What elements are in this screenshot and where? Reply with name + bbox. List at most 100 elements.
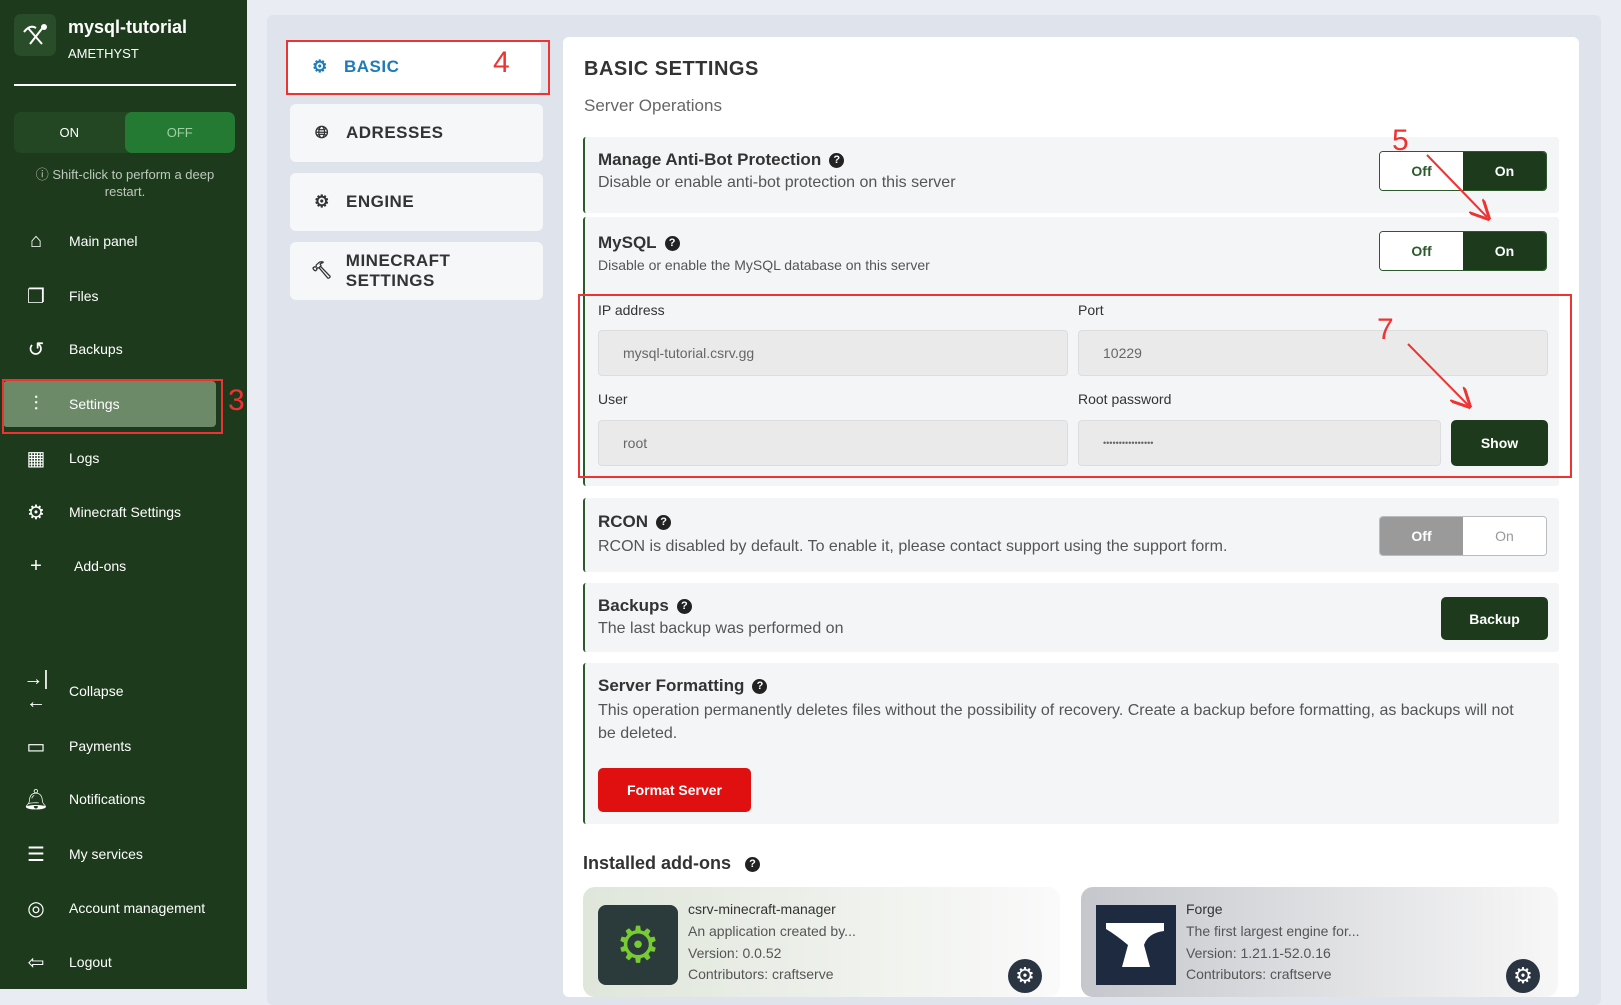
sidebar-item-add-ons[interactable]: + Add-ons — [0, 543, 247, 589]
plus-icon: + — [22, 555, 50, 578]
toggle-off[interactable]: Off — [1380, 517, 1463, 555]
help-icon[interactable]: ? — [677, 599, 692, 614]
gear-icon: ⚙ — [310, 192, 334, 212]
sidebar-item-settings[interactable]: ⫶Settings — [3, 381, 216, 427]
home-icon: ⌂ — [22, 230, 50, 253]
annotation-number-4: 4 — [493, 46, 510, 80]
sidebar-item-payments[interactable]: ▭Payments — [0, 723, 247, 769]
mysql-toggle[interactable]: OffOn — [1379, 231, 1547, 271]
sidebar-item-backups[interactable]: ↺ Backups — [0, 326, 247, 372]
sidebar-item-minecraft-settings[interactable]: ⚙Minecraft Settings — [0, 489, 247, 535]
rcon-desc: RCON is disabled by default. To enable i… — [598, 538, 1227, 556]
sidebar-item-logs[interactable]: ▦ Logs — [0, 435, 247, 481]
power-toggle[interactable]: ON OFF — [14, 112, 235, 153]
addon-settings-gear-icon[interactable]: ⚙ — [1008, 959, 1042, 993]
tab-label: ADRESSES — [346, 123, 444, 143]
addon-desc: An application created by... — [688, 923, 856, 939]
section-subtitle: Server Operations — [584, 96, 722, 116]
sidebar-item-notifications[interactable]: 🔔︎ Notifications — [0, 776, 247, 822]
logout-icon: ⇦ — [22, 950, 50, 975]
collapse-icon: →|← — [22, 668, 50, 714]
annotation-number-5: 5 — [1392, 124, 1409, 158]
sidebar-item-label: Notifications — [69, 791, 145, 807]
power-on-button[interactable]: ON — [14, 112, 125, 153]
addon-card[interactable]: Forge The first largest engine for... Ve… — [1081, 887, 1558, 997]
help-icon[interactable]: ? — [745, 857, 760, 872]
root-password-label: Root password — [1078, 391, 1171, 407]
toggle-on[interactable]: On — [1463, 232, 1546, 270]
sidebar-item-label: Minecraft Settings — [69, 504, 181, 520]
sidebar-item-label: Settings — [69, 396, 120, 412]
sidebar-item-label: My services — [69, 846, 143, 862]
addon-contributors: Contributors: craftserve — [688, 966, 834, 982]
files-icon: ❐ — [22, 284, 50, 309]
format-row: Server Formatting? This operation perman… — [583, 663, 1559, 824]
power-off-button[interactable]: OFF — [125, 112, 236, 153]
mysql-title: MySQL? — [598, 233, 680, 253]
sidebar-item-label: Logout — [69, 954, 112, 970]
format-server-button[interactable]: Format Server — [598, 768, 751, 812]
sidebar-item-collapse[interactable]: →|← Collapse — [0, 668, 247, 714]
services-icon: ☰ — [22, 842, 50, 867]
restart-info-text: Shift-click to perform a deep restart. — [52, 167, 214, 199]
port-field[interactable]: 10229 — [1078, 330, 1548, 376]
addon-contributors: Contributors: craftserve — [1186, 966, 1332, 982]
tab-label: ENGINE — [346, 192, 414, 212]
help-icon[interactable]: ? — [656, 515, 671, 530]
server-name: mysql-tutorial — [68, 17, 187, 38]
server-logo-icon — [14, 14, 56, 56]
anvil-icon — [1096, 905, 1176, 985]
sidebar-item-label: Account management — [69, 900, 205, 916]
backups-desc: The last backup was performed on — [598, 620, 843, 638]
help-icon[interactable]: ? — [752, 679, 767, 694]
addon-name: csrv-minecraft-manager — [688, 901, 836, 917]
addon-card[interactable]: ⚙ csrv-minecraft-manager An application … — [583, 887, 1060, 997]
ip-address-field[interactable]: mysql-tutorial.csrv.gg — [598, 330, 1068, 376]
help-icon[interactable]: ? — [829, 153, 844, 168]
annotation-number-3: 3 — [228, 384, 245, 418]
annotation-number-7: 7 — [1377, 313, 1394, 347]
sidebar-item-logout[interactable]: ⇦ Logout — [0, 939, 247, 985]
minecraft-manager-icon: ⚙ — [598, 905, 678, 985]
rcon-toggle[interactable]: OffOn — [1379, 516, 1547, 556]
antibot-title: Manage Anti-Bot Protection? — [598, 150, 844, 170]
tab-minecraft-settings[interactable]: 🔨︎MINECRAFT SETTINGS — [290, 242, 543, 300]
port-label: Port — [1078, 302, 1104, 318]
sidebar-item-my-services[interactable]: ☰ My services — [0, 831, 247, 877]
addon-version: Version: 1.21.1-52.0.16 — [1186, 945, 1331, 961]
addon-desc: The first largest engine for... — [1186, 923, 1360, 939]
tab-label: BASIC — [344, 57, 399, 77]
gear-icon: ⚙ — [308, 57, 332, 77]
backups-row: Backups? The last backup was performed o… — [583, 583, 1559, 652]
rcon-title: RCON? — [598, 512, 671, 532]
backup-button[interactable]: Backup — [1441, 597, 1548, 640]
sidebar-item-account-management[interactable]: ◎Account management — [0, 885, 247, 931]
user-label: User — [598, 391, 628, 407]
antibot-row: Manage Anti-Bot Protection? Disable or e… — [583, 137, 1559, 213]
calendar-icon: ▦ — [22, 446, 50, 471]
server-plan: AMETHYST — [68, 46, 139, 61]
history-icon: ↺ — [22, 337, 50, 362]
sidebar-item-label: Logs — [69, 450, 99, 466]
help-icon[interactable]: ? — [665, 236, 680, 251]
mysql-row: MySQL? Disable or enable the MySQL datab… — [583, 217, 1559, 486]
toggle-on[interactable]: On — [1463, 517, 1546, 555]
show-password-button[interactable]: Show — [1451, 420, 1548, 466]
divider — [14, 84, 236, 86]
tab-label: MINECRAFT SETTINGS — [346, 251, 543, 291]
toggle-on[interactable]: On — [1463, 152, 1546, 190]
installed-addons-title: Installed add-ons? — [583, 853, 760, 874]
toggle-off[interactable]: Off — [1380, 232, 1463, 270]
root-password-field[interactable]: •••••••••••••••• — [1078, 420, 1441, 466]
sidebar-item-label: Collapse — [69, 683, 123, 699]
bell-icon: 🔔︎ — [22, 787, 50, 812]
tab-adresses[interactable]: 🌐︎ADRESSES — [290, 104, 543, 162]
user-field[interactable]: root — [598, 420, 1068, 466]
sidebar-item-main-panel[interactable]: ⌂Main panel — [0, 218, 247, 264]
sidebar-item-label: Backups — [69, 341, 123, 357]
sidebar-item-label: Add-ons — [74, 558, 126, 574]
ip-label: IP address — [598, 302, 665, 318]
addon-settings-gear-icon[interactable]: ⚙ — [1506, 959, 1540, 993]
sidebar-item-files[interactable]: ❐Files — [0, 273, 247, 319]
tab-engine[interactable]: ⚙ ENGINE — [290, 173, 543, 231]
